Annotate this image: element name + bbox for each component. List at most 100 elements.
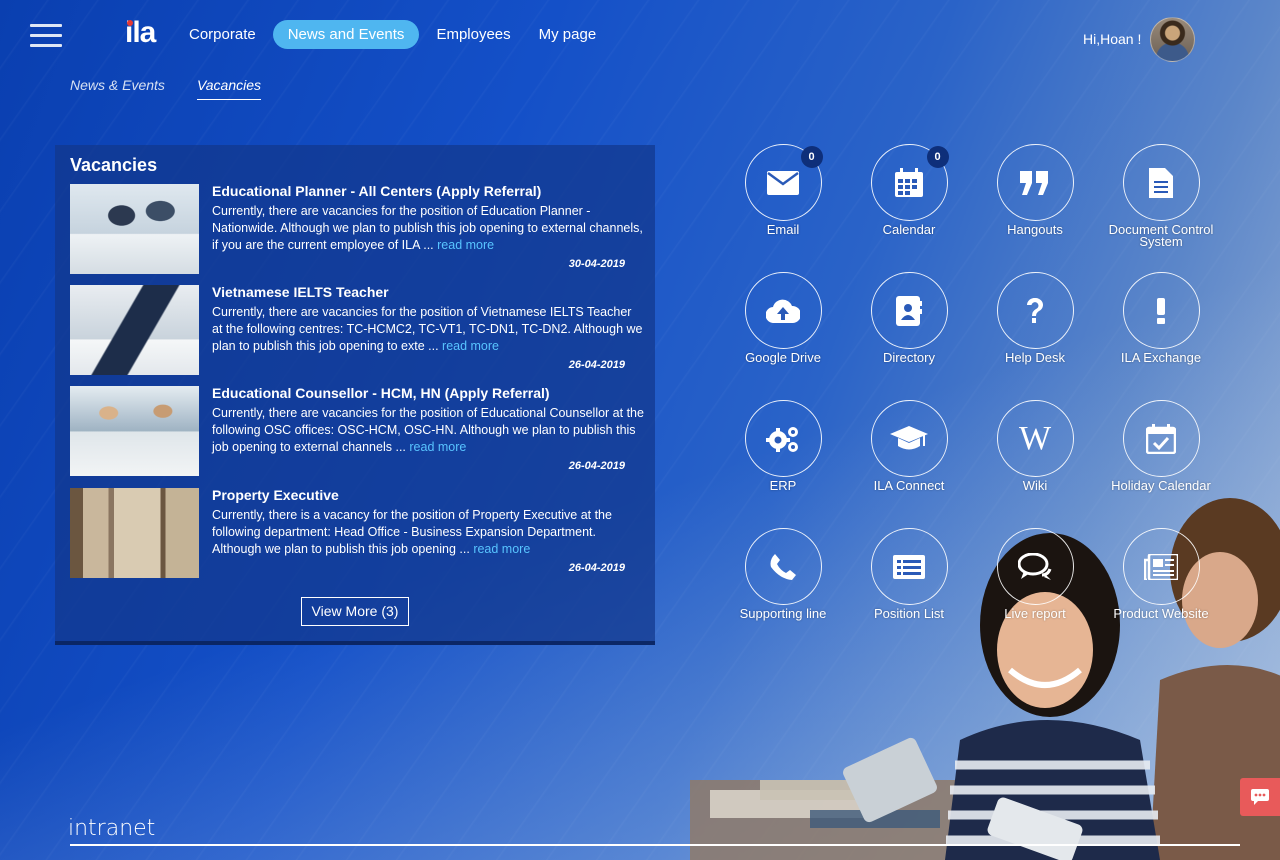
vacancy-item: Property Executive Currently, there is a… [70,487,640,580]
app-hangouts[interactable]: Hangouts [972,144,1098,236]
vacancy-thumbnail[interactable] [70,184,199,274]
app-circle[interactable] [744,272,822,349]
view-more-button[interactable]: View More (3) [301,597,409,626]
app-circle[interactable] [744,400,822,477]
phone-icon [770,553,796,580]
app-holiday-calendar[interactable]: Holiday Calendar [1098,400,1224,492]
subtab-news-events[interactable]: News & Events [70,77,165,100]
panel-title: Vacancies [70,155,158,175]
app-circle[interactable] [1122,272,1200,349]
app-label: Wiki [1022,478,1048,493]
envelope-icon [767,170,799,195]
app-circle[interactable] [996,528,1074,605]
app-supporting-line[interactable]: Supporting line [720,528,846,620]
list-icon [893,554,925,579]
app-circle[interactable] [1122,400,1200,477]
app-circle[interactable]: W [996,400,1074,477]
app-circle[interactable]: 0 [744,144,823,221]
notification-badge: 0 [800,146,823,168]
app-circle[interactable] [1122,528,1200,605]
app-label: Calendar [882,222,936,237]
vacancy-date: 26-04-2019 [568,460,625,472]
app-calendar[interactable]: 0 Calendar [846,144,972,236]
vacancy-thumbnail[interactable] [70,285,199,375]
app-circle[interactable] [870,272,948,349]
nav-my-page[interactable]: My page [528,20,608,49]
app-ila-exchange[interactable]: ILA Exchange [1098,272,1224,364]
app-label: ERP [769,478,797,493]
nav-news-and-events[interactable]: News and Events [272,20,420,49]
app-position-list[interactable]: Position List [846,528,972,620]
question-icon [1026,297,1043,323]
app-label: Google Drive [745,350,821,365]
vacancy-thumbnail[interactable] [70,488,199,578]
wikipedia-icon: W [1018,419,1052,457]
vacancies-panel: Vacancies Educational Planner - All Cent… [55,145,655,645]
app-label: Live report [1004,606,1066,621]
app-label: Help Desk [1005,350,1065,365]
vacancy-description: Currently, there is a vacancy for the po… [212,507,644,558]
app-label: Email [766,222,800,237]
vacancy-title[interactable]: Vietnamese IELTS Teacher [212,284,389,300]
notification-badge: 0 [926,146,949,168]
app-directory[interactable]: Directory [846,272,972,364]
app-live-report[interactable]: Live report [972,528,1098,620]
quote-icon [1020,170,1048,195]
vacancy-desc-text: Currently, there are vacancies for the p… [212,204,643,252]
footer-divider [70,844,1240,846]
app-label: Position List [873,606,945,621]
vacancy-thumbnail[interactable] [70,386,199,476]
gears-icon [766,426,798,452]
main-nav: Corporate News and Events Employees My p… [178,20,607,49]
subtabs: News & Events Vacancies [70,77,262,100]
vacancy-title[interactable]: Property Executive [212,487,339,503]
app-email[interactable]: 0 Email [720,144,846,236]
contact-book-icon [896,295,922,326]
vacancy-date: 30-04-2019 [568,258,625,270]
chat-button[interactable] [1240,778,1280,816]
vacancy-item: Educational Planner - All Centers (Apply… [70,183,643,276]
read-more-link[interactable]: read more [409,440,466,454]
app-label: Holiday Calendar [1111,478,1211,493]
hamburger-menu-icon[interactable] [30,24,62,48]
read-more-link[interactable]: read more [442,339,499,353]
calendar-icon [895,167,923,197]
app-label: ILA Exchange [1120,350,1202,365]
app-circle[interactable] [870,528,948,605]
vacancy-item: Educational Counsellor - HCM, HN (Apply … [70,385,644,478]
app-circle[interactable] [1122,144,1200,221]
app-circle[interactable] [996,144,1074,221]
app-google-drive[interactable]: Google Drive [720,272,846,364]
read-more-link[interactable]: read more [437,238,494,252]
app-label: Product Website [1113,606,1209,621]
logo[interactable]: ila [125,16,156,50]
vacancy-title[interactable]: Educational Counsellor - HCM, HN (Apply … [212,385,550,401]
app-circle[interactable] [996,272,1074,349]
vacancy-description: Currently, there are vacancies for the p… [212,203,644,254]
app-help-desk[interactable]: Help Desk [972,272,1098,364]
subtab-vacancies[interactable]: Vacancies [196,77,262,100]
footer-brand: intranet [68,816,156,841]
app-circle[interactable] [744,528,822,605]
newspaper-icon [1144,553,1178,580]
app-circle[interactable]: 0 [870,144,949,221]
app-label: Directory [882,350,935,365]
app-label: Hangouts [1007,222,1063,237]
app-wiki[interactable]: W Wiki [972,400,1098,492]
nav-corporate[interactable]: Corporate [178,20,267,49]
app-document-control[interactable]: Document Control System [1098,144,1224,248]
app-label: Supporting line [739,606,827,621]
exclamation-icon [1157,297,1165,324]
app-product-website[interactable]: Product Website [1098,528,1224,620]
avatar[interactable] [1150,17,1195,62]
vacancy-date: 26-04-2019 [568,359,625,371]
app-erp[interactable]: ERP [720,400,846,492]
nav-employees[interactable]: Employees [425,20,521,49]
vacancy-title[interactable]: Educational Planner - All Centers (Apply… [212,183,541,199]
read-more-link[interactable]: read more [473,542,530,556]
app-ila-connect[interactable]: ILA Connect [846,400,972,492]
logo-dot [127,20,133,26]
chat-icon [1251,789,1269,805]
app-circle[interactable] [870,400,948,477]
vacancy-date: 26-04-2019 [568,562,625,574]
